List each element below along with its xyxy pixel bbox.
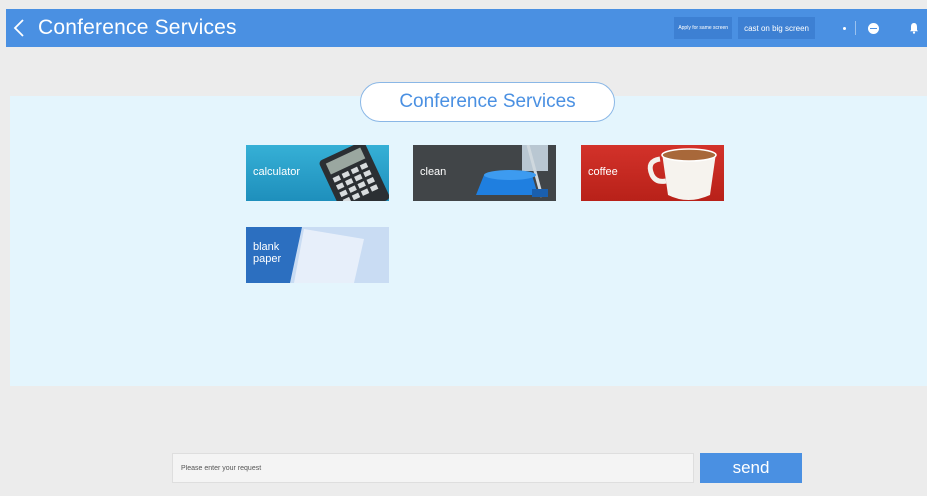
- services-panel: [10, 96, 927, 386]
- cast-big-screen-button[interactable]: cast on big screen: [738, 17, 815, 39]
- header-actions: Apply for same screen cast on big screen: [674, 9, 927, 47]
- tile-label-calculator: calculator: [253, 166, 301, 178]
- tile-label-line-1: blank: [253, 241, 280, 253]
- bell-icon[interactable]: [909, 22, 919, 34]
- tile-label-blank-paper: blank paper: [253, 241, 281, 265]
- more-dot-icon[interactable]: [843, 26, 846, 30]
- send-button[interactable]: send: [700, 453, 802, 483]
- calculator-icon: [319, 145, 389, 201]
- chevron-left-icon: [13, 19, 24, 37]
- back-button[interactable]: [6, 9, 32, 47]
- tile-label-clean: clean: [420, 166, 447, 178]
- dustpan-broom-icon: [476, 145, 548, 198]
- tile-label-line-2: paper: [253, 253, 282, 265]
- minus-circle-icon[interactable]: [868, 22, 879, 34]
- coffee-cup-icon: [647, 148, 717, 200]
- page-heading: Conference Services: [360, 82, 615, 122]
- tile-label-coffee: coffee: [588, 166, 618, 178]
- service-tile-clean[interactable]: clean: [413, 145, 556, 201]
- service-tile-calculator[interactable]: calculator: [246, 145, 389, 201]
- header-divider: [855, 21, 856, 35]
- service-tile-coffee[interactable]: coffee: [581, 145, 724, 201]
- app-title: Conference Services: [38, 16, 237, 39]
- title-bar: Conference Services Apply for same scree…: [6, 9, 927, 47]
- service-tile-blank-paper[interactable]: blank paper: [246, 227, 389, 283]
- apply-same-screen-button[interactable]: Apply for same screen: [674, 17, 733, 39]
- request-input[interactable]: [172, 453, 694, 483]
